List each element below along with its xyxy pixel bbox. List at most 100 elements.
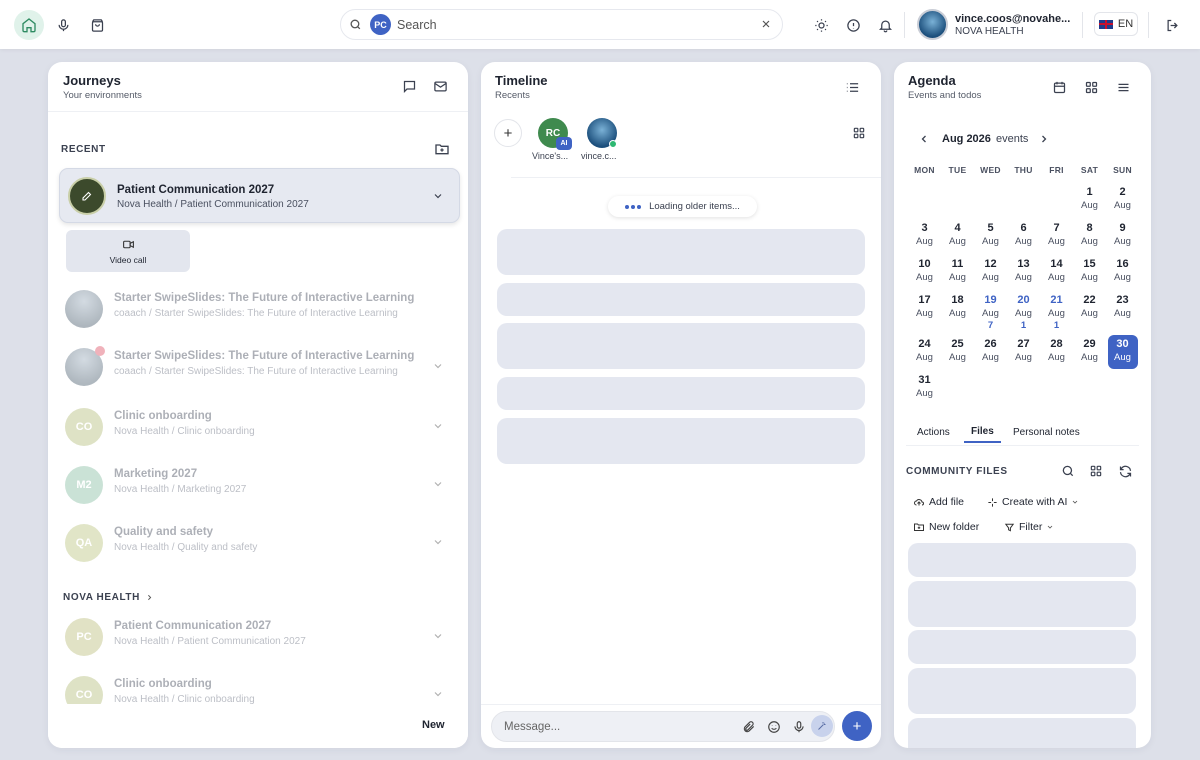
calendar-day[interactable]: 14 Aug	[1042, 258, 1072, 294]
calendar-icon[interactable]	[1052, 80, 1067, 95]
list-item[interactable]: Starter SwipeSlides: The Future of Inter…	[59, 342, 460, 392]
agenda-title: Agenda	[908, 73, 956, 88]
calendar-day[interactable]: 26 Aug	[976, 338, 1006, 374]
calendar-day[interactable]: 4 Aug	[943, 222, 973, 258]
logout-button[interactable]	[1157, 10, 1187, 40]
new-folder-icon[interactable]	[434, 141, 450, 157]
theme-toggle-button[interactable]	[806, 10, 836, 40]
calendar-day[interactable]: 11 Aug	[943, 258, 973, 294]
chevron-down-icon[interactable]	[432, 360, 444, 372]
new-folder-button[interactable]: New folder	[913, 521, 979, 533]
user-avatar[interactable]	[917, 9, 948, 40]
calendar-day[interactable]: 10 Aug	[910, 258, 940, 294]
calendar-day[interactable]: 31 Aug	[910, 374, 940, 410]
participant-avatar[interactable]	[587, 118, 617, 148]
shopping-bag-icon	[91, 18, 103, 32]
calendar-day[interactable]: 22 Aug	[1075, 294, 1105, 330]
calendar-day[interactable]: 24 Aug	[910, 338, 940, 374]
calendar-day[interactable]: 17 Aug	[910, 294, 940, 330]
clear-search-icon[interactable]	[760, 18, 772, 30]
list-item[interactable]: Starter SwipeSlides: The Future of Inter…	[59, 284, 460, 334]
microphone-icon[interactable]	[792, 720, 806, 734]
grid-icon[interactable]	[1084, 80, 1099, 95]
tab-personal-notes[interactable]: Personal notes	[1013, 427, 1080, 438]
magic-button[interactable]	[811, 715, 833, 737]
attachment-icon[interactable]	[742, 720, 756, 734]
chevron-down-icon[interactable]	[432, 478, 444, 490]
filter-button[interactable]: Filter	[1004, 521, 1054, 533]
chevron-down-icon[interactable]	[432, 420, 444, 432]
calendar-day[interactable]: 5 Aug	[976, 222, 1006, 258]
day-number: 29	[1083, 338, 1096, 350]
calendar-day[interactable]: 13 Aug	[1009, 258, 1039, 294]
participant-avatar[interactable]: RC AI	[538, 118, 572, 150]
calendar-day[interactable]: 19 Aug 7	[976, 294, 1006, 331]
menu-icon[interactable]	[1116, 80, 1131, 95]
search-input[interactable]	[397, 16, 737, 34]
calendar-day[interactable]: 3 Aug	[910, 222, 940, 258]
list-item[interactable]: QA Quality and safety Nova Health / Qual…	[59, 518, 460, 568]
list-item[interactable]: PC Patient Communication 2027 Nova Healt…	[59, 612, 460, 662]
home-button[interactable]	[14, 10, 44, 40]
user-email[interactable]: vince.coos@novahe...	[955, 13, 1070, 25]
list-item[interactable]: CO Clinic onboarding Nova Health / Clini…	[59, 402, 460, 452]
calendar-day[interactable]: 16 Aug	[1108, 258, 1138, 294]
notifications-button[interactable]	[870, 10, 900, 40]
calendar-day[interactable]: 8 Aug	[1075, 222, 1105, 258]
chat-icon[interactable]	[402, 79, 417, 94]
calendar-day[interactable]: 27 Aug	[1009, 338, 1039, 374]
create-with-ai-button[interactable]: Create with AI	[987, 496, 1079, 508]
day-month: Aug	[949, 272, 966, 283]
language-selector[interactable]: EN	[1094, 12, 1138, 36]
calendar-day[interactable]: 28 Aug	[1042, 338, 1072, 374]
microphone-button[interactable]	[48, 10, 78, 40]
add-participant-button[interactable]: +	[494, 119, 522, 147]
list-icon[interactable]	[845, 80, 860, 95]
calendar-day[interactable]: 20 Aug 1	[1009, 294, 1039, 331]
list-item[interactable]: M2 Marketing 2027 Nova Health / Marketin…	[59, 460, 460, 510]
calendar-day[interactable]: 25 Aug	[943, 338, 973, 374]
grid-icon[interactable]	[1089, 464, 1103, 478]
calendar-day[interactable]: 21 Aug 1	[1042, 294, 1072, 331]
recent-label: RECENT	[61, 144, 106, 155]
new-journey-button[interactable]: New	[422, 719, 445, 731]
chevron-down-icon[interactable]	[432, 536, 444, 548]
calendar-day[interactable]: 29 Aug	[1075, 338, 1105, 374]
tab-files[interactable]: Files	[964, 426, 1001, 443]
refresh-icon[interactable]	[1118, 464, 1133, 479]
shopping-bag-button[interactable]	[82, 10, 112, 40]
video-call-button[interactable]: Video call	[66, 230, 190, 272]
calendar-day[interactable]: 18 Aug	[943, 294, 973, 330]
tab-actions[interactable]: Actions	[917, 427, 950, 438]
day-number: 4	[954, 222, 961, 234]
calendar-day[interactable]: 30 Aug	[1107, 335, 1138, 369]
calendar-day[interactable]: 2 Aug	[1108, 186, 1138, 222]
mail-icon[interactable]	[433, 79, 448, 94]
chevron-down-icon[interactable]	[432, 688, 444, 700]
calendar-day[interactable]: 23 Aug	[1108, 294, 1138, 330]
search-bar[interactable]: PC	[340, 9, 783, 40]
weekday-label: FRI	[1049, 165, 1064, 175]
chevron-right-icon[interactable]	[1038, 133, 1050, 145]
emoji-icon[interactable]	[767, 720, 781, 734]
calendar-day[interactable]: 15 Aug	[1075, 258, 1105, 294]
message-input[interactable]	[504, 719, 724, 735]
chevron-down-icon[interactable]	[432, 190, 444, 202]
calendar-day[interactable]: 1 Aug	[1075, 186, 1105, 222]
nova-health-group-header[interactable]: NOVA HEALTH	[63, 592, 154, 603]
calendar-day[interactable]: 12 Aug	[976, 258, 1006, 294]
chevron-left-icon[interactable]	[918, 133, 930, 145]
send-button[interactable]: +	[842, 711, 872, 741]
search-context-avatar[interactable]: PC	[370, 14, 391, 35]
day-number: 7	[1053, 222, 1060, 234]
calendar-day[interactable]: 9 Aug	[1108, 222, 1138, 258]
search-icon[interactable]	[1061, 464, 1075, 478]
info-button[interactable]	[838, 10, 868, 40]
grid-icon[interactable]	[852, 126, 866, 140]
calendar-day[interactable]: 6 Aug	[1009, 222, 1039, 258]
file-skeleton	[908, 630, 1136, 664]
active-journey-card[interactable]: Patient Communication 2027 Nova Health /…	[59, 168, 460, 223]
calendar-day[interactable]: 7 Aug	[1042, 222, 1072, 258]
chevron-down-icon[interactable]	[432, 630, 444, 642]
add-file-button[interactable]: Add file	[913, 496, 964, 508]
